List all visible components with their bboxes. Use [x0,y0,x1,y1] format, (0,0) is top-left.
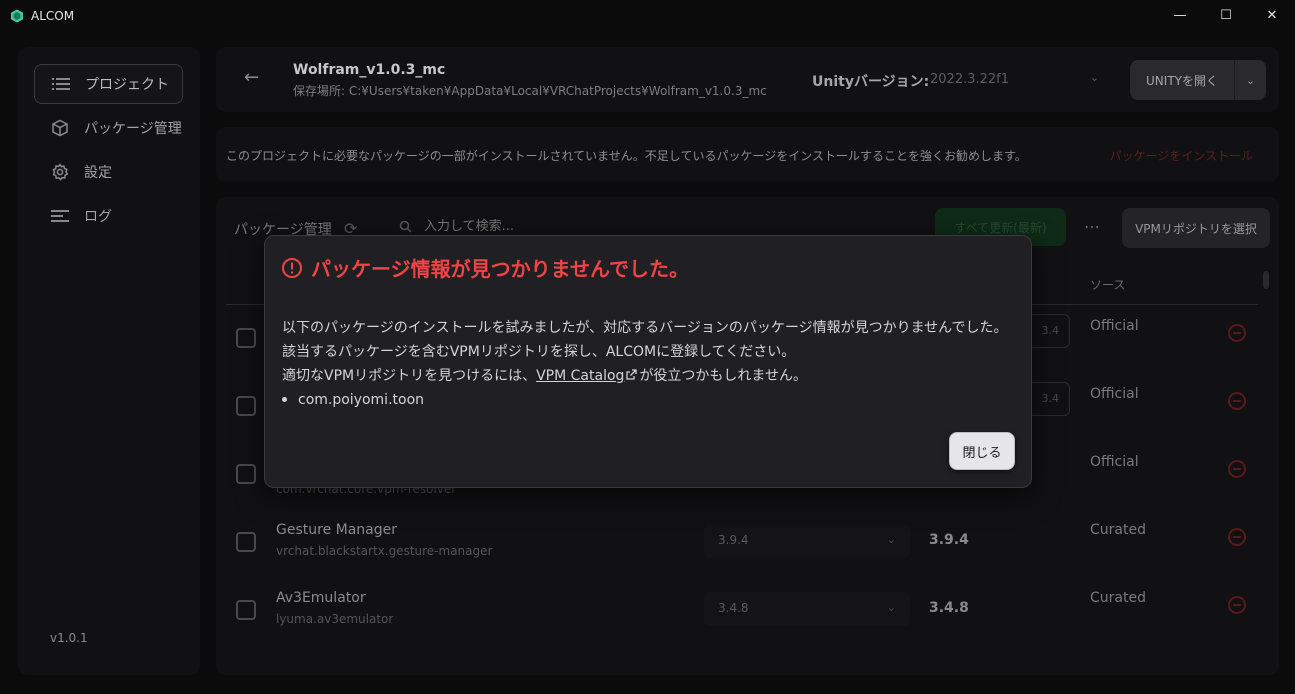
package-source: Official [1090,386,1139,402]
minimize-button[interactable]: — [1157,0,1203,31]
vpm-catalog-link[interactable]: VPM Catalog [536,368,624,384]
row-checkbox[interactable] [236,396,256,416]
unity-version-label: Unityバージョン: [812,74,930,90]
list-icon [51,74,71,94]
maximize-button[interactable]: ☐ [1203,0,1249,31]
external-link-icon [626,369,638,380]
install-packages-button[interactable]: パッケージをインストール [1109,147,1253,164]
gear-icon [50,162,70,182]
dialog-line: 以下のパッケージのインストールを試みましたが、対応するバージョンのパッケージ情報… [282,320,1008,336]
package-source: Official [1090,318,1139,334]
table-row: Gesture Manager vrchat.blackstartx.gestu… [226,508,1258,576]
table-row: Av3Emulator lyuma.av3emulator 3.4.8 ⌄ 3.… [226,576,1258,644]
app-version: v1.0.1 [50,631,88,645]
package-source: Official [1090,454,1139,470]
latest-version: 3.9.4 [929,532,969,548]
package-id: vrchat.blackstartx.gesture-manager [276,544,493,558]
remove-icon[interactable] [1228,596,1246,614]
project-name: Wolfram_v1.0.3_mc [293,62,446,78]
title-bar: ALCOM — ☐ ✕ [0,0,1295,31]
alcom-logo-icon [11,9,23,22]
remove-icon[interactable] [1228,324,1246,342]
row-checkbox[interactable] [236,600,256,620]
more-options-icon[interactable]: ⋯ [1084,217,1101,236]
row-checkbox[interactable] [236,328,256,348]
sidebar-item-label: ログ [84,209,112,225]
log-icon [50,206,70,226]
open-unity-button[interactable]: UNITYを開く [1130,60,1234,100]
row-checkbox[interactable] [236,532,256,552]
dialog-title-text: パッケージ情報が見つかりませんでした。 [311,257,689,281]
chevron-down-icon: ⌄ [886,533,896,546]
search-input[interactable] [424,219,724,234]
package-name: Av3Emulator [276,590,366,606]
scrollbar[interactable] [1263,271,1269,289]
back-arrow-icon[interactable]: ← [244,67,259,88]
close-dialog-button[interactable]: 閉じる [949,432,1015,470]
sidebar-item-label: 設定 [84,165,112,181]
project-path: 保存場所: C:¥Users¥taken¥AppData¥Local¥VRCha… [293,82,767,99]
window-title: ALCOM [31,8,75,23]
list-item: com.poiyomi.toon [282,392,424,408]
missing-package-dialog: パッケージ情報が見つかりませんでした。 以下のパッケージのインストールを試みまし… [264,235,1032,488]
row-checkbox[interactable] [236,464,256,484]
project-path-value: C:¥Users¥taken¥AppData¥Local¥VRChatProje… [348,84,767,98]
installed-version-select[interactable]: 3.9.4 ⌄ [704,524,910,558]
dialog-line: 適切なVPMリポジトリを見つけるには、VPM Catalog が役立つかもしれませ… [282,368,808,384]
chevron-down-icon: ⌄ [886,601,896,614]
package-source: Curated [1090,522,1146,538]
sidebar-item-label: パッケージ管理 [84,121,182,137]
dialog-line: 該当するパッケージを含むVPMリポジトリを探し、ALCOMに登録してください。 [282,344,796,360]
select-vpm-repository-button[interactable]: VPMリポジトリを選択 [1122,208,1270,248]
package-icon [50,118,70,138]
project-header: ← Wolfram_v1.0.3_mc 保存場所: C:¥Users¥taken… [216,47,1279,112]
dialog-body: 以下のパッケージのインストールを試みましたが、対応するバージョンのパッケージ情報… [282,316,1012,388]
sidebar-item-projects[interactable]: プロジェクト [34,64,183,104]
bullet-icon [282,396,287,402]
package-id: lyuma.av3emulator [276,612,394,626]
sidebar: プロジェクト パッケージ管理 設定 ログ v1.0.1 [18,47,200,675]
missing-packages-warning: このプロジェクトに必要なパッケージの一部がインストールされていません。不足してい… [216,127,1279,182]
close-window-button[interactable]: ✕ [1249,0,1295,31]
remove-icon[interactable] [1228,528,1246,546]
project-path-label: 保存場所: [293,84,346,98]
sidebar-item-packages[interactable]: パッケージ管理 [34,108,183,148]
sidebar-item-label: プロジェクト [85,77,169,93]
chevron-down-icon[interactable]: ⌄ [1090,71,1099,84]
missing-package-list: com.poiyomi.toon [282,392,424,408]
dialog-title: パッケージ情報が見つかりませんでした。 [281,253,689,282]
column-header-source: ソース [1090,278,1126,292]
package-source: Curated [1090,590,1146,606]
package-name: Gesture Manager [276,522,397,538]
sidebar-item-logs[interactable]: ログ [34,196,183,236]
latest-version: 3.4.8 [929,600,969,616]
error-icon [282,257,302,278]
remove-icon[interactable] [1228,392,1246,410]
installed-version-select[interactable]: 3.4.8 ⌄ [704,592,910,626]
unity-version-select[interactable]: 2022.3.22f1 [930,72,1009,87]
remove-icon[interactable] [1228,460,1246,478]
sidebar-item-settings[interactable]: 設定 [34,152,183,192]
warning-text: このプロジェクトに必要なパッケージの一部がインストールされていません。不足してい… [226,149,1027,163]
chevron-down-icon: ⌄ [1245,73,1256,87]
open-unity-dropdown-button[interactable]: ⌄ [1234,60,1266,100]
